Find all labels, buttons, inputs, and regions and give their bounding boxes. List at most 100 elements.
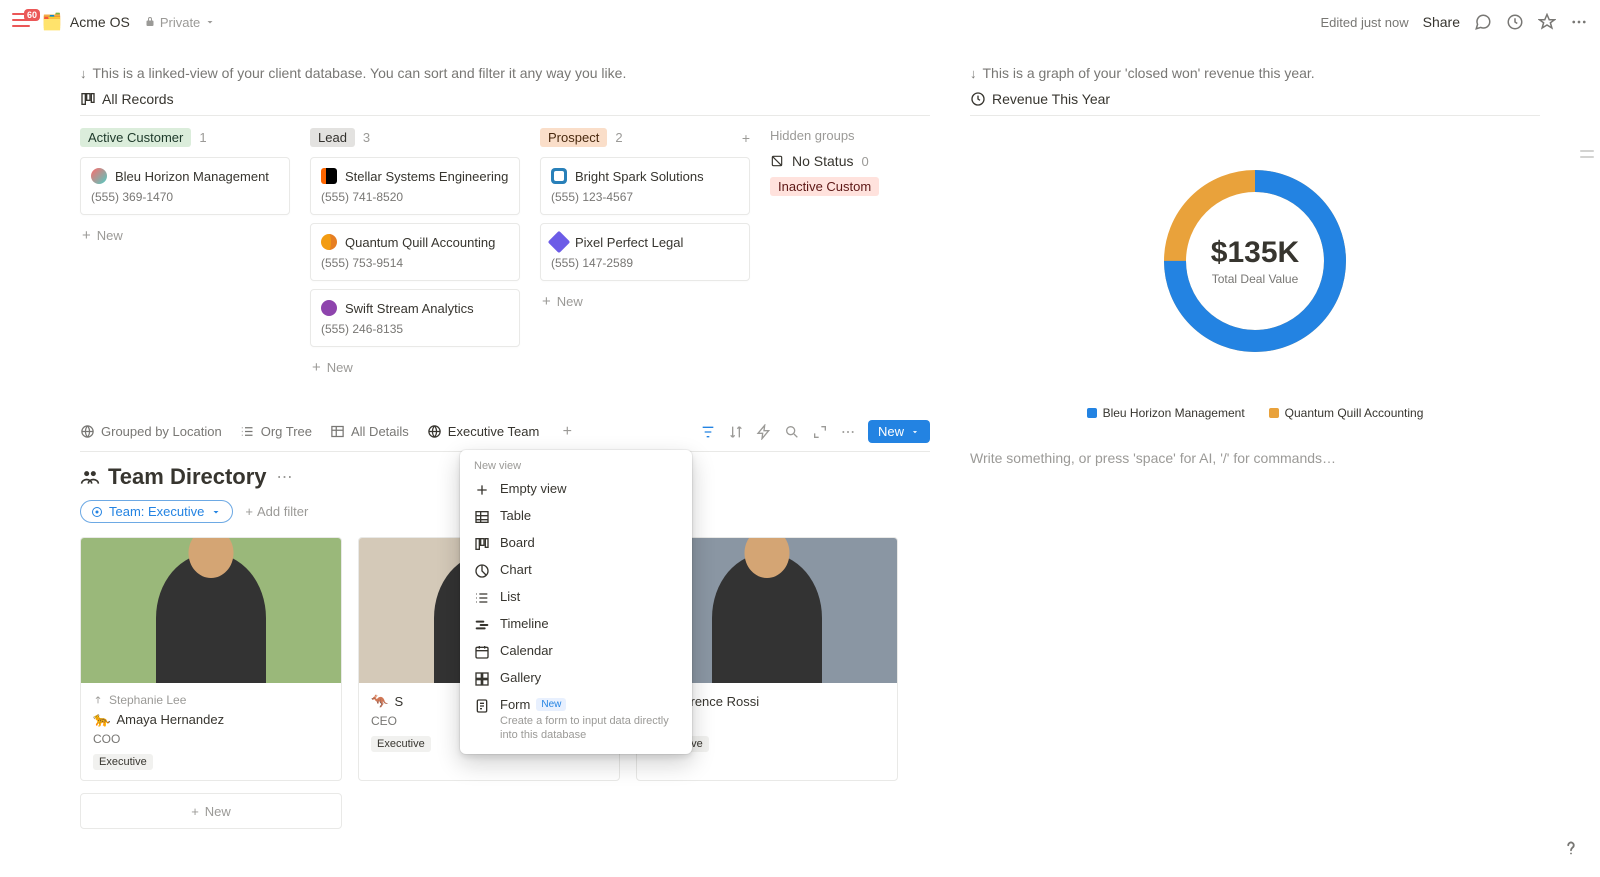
lock-icon <box>144 16 156 28</box>
expand-icon[interactable] <box>812 424 828 440</box>
person-role: COO <box>93 732 329 746</box>
team-toolbar: New <box>700 420 930 443</box>
team-view-tabs: Grouped by Location Org Tree All Details… <box>80 420 930 452</box>
client-card[interactable]: Swift Stream Analytics(555) 246-8135 <box>310 289 520 347</box>
dropdown-item-gallery[interactable]: Gallery <box>460 665 692 692</box>
add-filter-button[interactable]: +Add filter <box>245 504 308 519</box>
revenue-view-tab[interactable]: Revenue This Year <box>970 91 1540 116</box>
revenue-note: ↓ This is a graph of your 'closed won' r… <box>970 65 1540 81</box>
add-column-button[interactable]: + <box>742 130 750 146</box>
history-icon[interactable] <box>1506 13 1524 31</box>
new-gallery-card-button[interactable]: +New <box>80 793 342 829</box>
chart-icon <box>474 563 490 579</box>
chart-total-label: Total Deal Value <box>1212 272 1299 286</box>
col-count: 1 <box>199 130 206 145</box>
tab-org-tree[interactable]: Org Tree <box>240 424 312 439</box>
hidden-no-status[interactable]: No Status 0 <box>770 153 900 169</box>
filter-icon[interactable] <box>700 424 716 440</box>
tab-grouped-location[interactable]: Grouped by Location <box>80 424 222 439</box>
legend-item[interactable]: Quantum Quill Accounting <box>1269 406 1424 420</box>
legend-swatch <box>1087 408 1097 418</box>
new-card-button[interactable]: +New <box>540 289 750 314</box>
client-card[interactable]: Pixel Perfect Legal(555) 147-2589 <box>540 223 750 281</box>
dropdown-item-table[interactable]: Table <box>460 503 692 530</box>
dropdown-item-timeline[interactable]: Timeline <box>460 611 692 638</box>
topbar: 60 🗂️ Acme OS Private Edited just now Sh… <box>0 0 1600 45</box>
editor-input[interactable]: Write something, or press 'space' for AI… <box>970 450 1540 466</box>
client-card[interactable]: Bleu Horizon Management (555) 369-1470 <box>80 157 290 215</box>
people-icon <box>80 467 100 487</box>
person-tag: Executive <box>371 736 431 752</box>
card-phone: (555) 369-1470 <box>91 190 279 204</box>
topbar-right: Edited just now Share <box>1320 13 1588 31</box>
dropdown-item-form[interactable]: FormNewCreate a form to input data direc… <box>460 692 692 748</box>
status-tag[interactable]: Active Customer <box>80 128 191 147</box>
team-title[interactable]: Team Directory <box>80 464 267 490</box>
calendar-icon <box>474 644 490 660</box>
sort-icon[interactable] <box>728 424 744 440</box>
arrow-up-icon <box>93 695 103 705</box>
person-photo <box>81 538 341 683</box>
chart-total-value: $135K <box>1211 236 1299 270</box>
client-board: Active Customer 1 Bleu Horizon Managemen… <box>80 128 930 380</box>
table-icon <box>330 424 345 439</box>
help-button[interactable] <box>1556 833 1586 863</box>
status-tag[interactable]: Lead <box>310 128 355 147</box>
privacy-toggle[interactable]: Private <box>144 15 216 30</box>
dropdown-item-list[interactable]: List <box>460 584 692 611</box>
search-icon[interactable] <box>784 424 800 440</box>
dropdown-item-empty-view[interactable]: Empty view <box>460 476 692 503</box>
company-icon <box>548 231 571 254</box>
chevron-down-icon <box>910 427 920 437</box>
dropdown-item-chart[interactable]: Chart <box>460 557 692 584</box>
comments-icon[interactable] <box>1474 13 1492 31</box>
add-view-button[interactable]: + <box>557 422 577 442</box>
filter-pill-team[interactable]: Team: Executive <box>80 500 233 523</box>
bolt-icon[interactable] <box>756 424 772 440</box>
tab-executive-team[interactable]: Executive Team <box>427 424 540 439</box>
topbar-left: 60 🗂️ Acme OS Private <box>12 12 216 32</box>
more-icon[interactable] <box>840 424 856 440</box>
share-button[interactable]: Share <box>1423 14 1460 30</box>
person-emoji: 🦘 <box>371 693 388 710</box>
client-db-note: ↓ This is a linked-view of your client d… <box>80 65 930 81</box>
page-minimap[interactable] <box>1580 150 1594 158</box>
client-card[interactable]: Stellar Systems Engineering(555) 741-852… <box>310 157 520 215</box>
more-icon[interactable]: ⋯ <box>277 467 293 487</box>
company-icon <box>321 168 337 184</box>
arrow-down-icon: ↓ <box>970 66 977 81</box>
chevron-down-icon <box>204 16 216 28</box>
page-title[interactable]: Acme OS <box>70 14 130 30</box>
sidebar-toggle[interactable]: 60 <box>12 13 34 31</box>
page-icon: 🗂️ <box>42 12 62 32</box>
col-head: Active Customer 1 <box>80 128 290 147</box>
more-icon[interactable] <box>1570 13 1588 31</box>
client-view-tabs: All Records <box>80 91 930 116</box>
new-card-button[interactable]: +New <box>80 223 290 248</box>
dropdown-item-calendar[interactable]: Calendar <box>460 638 692 665</box>
client-card[interactable]: Bright Spark Solutions(555) 123-4567 <box>540 157 750 215</box>
person-tag: Executive <box>93 754 153 770</box>
star-icon[interactable] <box>1538 13 1556 31</box>
client-card[interactable]: Quantum Quill Accounting(555) 753-9514 <box>310 223 520 281</box>
hidden-inactive[interactable]: Inactive Custom <box>770 177 900 196</box>
plus-icon <box>474 482 490 498</box>
company-icon <box>321 234 337 250</box>
tab-all-details[interactable]: All Details <box>330 424 409 439</box>
table-icon <box>474 509 490 525</box>
new-button[interactable]: New <box>868 420 930 443</box>
team-card[interactable]: Stephanie Lee 🐆Amaya Hernandez COO Execu… <box>80 537 342 781</box>
company-icon <box>551 168 567 184</box>
status-tag[interactable]: Prospect <box>540 128 607 147</box>
team-section: Grouped by Location Org Tree All Details… <box>80 420 930 829</box>
hidden-groups-label: Hidden groups <box>770 128 900 143</box>
view-tab-all-records[interactable]: All Records <box>80 91 174 107</box>
privacy-label: Private <box>160 15 200 30</box>
globe-icon <box>427 424 442 439</box>
gallery-icon <box>474 671 490 687</box>
legend-item[interactable]: Bleu Horizon Management <box>1087 406 1245 420</box>
dropdown-header: New view <box>460 456 692 476</box>
edited-label: Edited just now <box>1320 15 1408 30</box>
new-card-button[interactable]: +New <box>310 355 520 380</box>
dropdown-item-board[interactable]: Board <box>460 530 692 557</box>
